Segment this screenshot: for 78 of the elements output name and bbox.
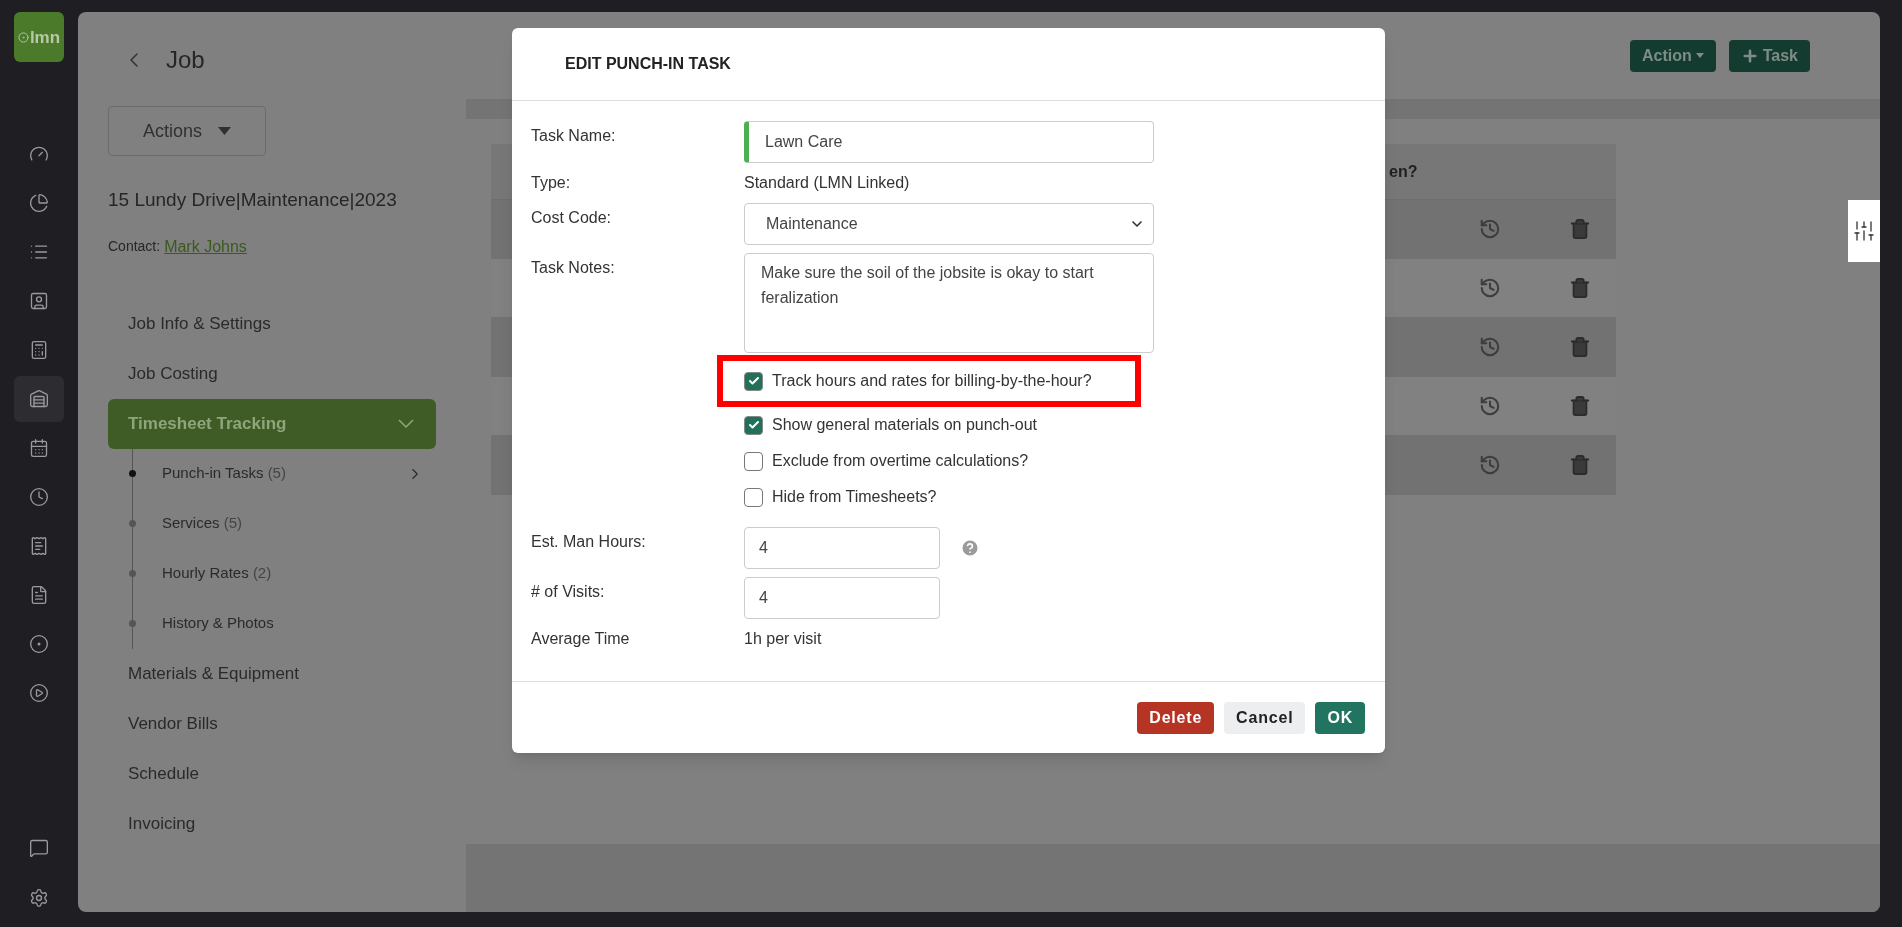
add-task-button[interactable]: Task [1728, 39, 1810, 72]
checkbox[interactable] [744, 451, 763, 471]
garage-button[interactable] [14, 376, 64, 422]
trash-icon[interactable] [1569, 277, 1591, 299]
nav-item[interactable]: Job Info & Settings [108, 298, 436, 349]
history-icon[interactable] [1479, 218, 1501, 240]
checkbox[interactable] [744, 487, 763, 507]
sub-nav-item[interactable]: History & Photos [162, 612, 436, 635]
checkbox[interactable] [744, 371, 763, 391]
contact-link[interactable]: Mark Johns [164, 234, 247, 259]
field-label: Est. Man Hours: [531, 532, 647, 552]
clock-icon [29, 487, 49, 507]
page-title: Job [166, 45, 205, 75]
field-label: Task Notes: [531, 258, 616, 278]
field-label: Task Name: [531, 126, 617, 146]
contact-label: Contact: [108, 237, 161, 256]
nav-item[interactable]: Vendor Bills [108, 698, 436, 749]
field-value: Standard (LMN Linked) [744, 173, 910, 193]
actions-button[interactable]: Actions [108, 106, 266, 156]
trash-icon[interactable] [1569, 218, 1591, 240]
checkbox-option[interactable]: Show general materials on punch-out [744, 413, 1038, 437]
calendar-icon [29, 438, 49, 458]
check-icon [747, 419, 760, 431]
dialog-title: EDIT PUNCH-IN TASK [565, 54, 731, 74]
help-chat-icon [29, 838, 49, 858]
column-header: en? [1389, 161, 1418, 182]
history-icon[interactable] [1479, 277, 1501, 299]
circle-logo-icon [29, 634, 49, 654]
field-label: Average Time [531, 629, 631, 649]
text-field[interactable]: 4 [744, 527, 940, 569]
job-name: 15 Lundy Drive|Maintenance|2023 [108, 188, 398, 212]
delete-button[interactable]: Delete [1137, 701, 1215, 734]
select-field[interactable]: Maintenance [744, 203, 1154, 245]
caret-icon [218, 127, 231, 135]
play-icon [29, 683, 49, 703]
nav-item[interactable]: Invoicing [108, 798, 436, 849]
sub-nav-item[interactable]: Services (5) [162, 512, 436, 535]
field-value: 1h per visit [744, 629, 822, 649]
sub-nav-item[interactable]: Punch-in Tasks (5) [162, 462, 436, 485]
checkbox[interactable] [744, 415, 763, 435]
text-field[interactable]: Lawn Care [744, 121, 1154, 163]
pie-chart-icon [29, 193, 49, 213]
logo[interactable]: lmn [14, 12, 64, 62]
report-icon [29, 585, 49, 605]
notes-field[interactable]: Make sure the soil of the jobsite is okay to start feralization [744, 253, 1154, 353]
history-icon[interactable] [1479, 454, 1501, 476]
trash-icon[interactable] [1569, 395, 1591, 417]
caret-icon [1695, 53, 1704, 58]
sliders-icon [1852, 219, 1876, 243]
checkbox-option[interactable]: Track hours and rates for billing-by-the-hour? [744, 369, 1092, 393]
nav-item[interactable]: Materials & Equipment [108, 648, 436, 699]
action-button[interactable]: Action [1629, 39, 1716, 72]
check-icon [747, 375, 760, 387]
field-label: # of Visits: [531, 582, 606, 602]
contact-card-icon [29, 291, 49, 311]
history-icon[interactable] [1479, 336, 1501, 358]
nav-item[interactable]: Timesheet Tracking [108, 398, 436, 449]
cancel-button[interactable]: Cancel [1224, 701, 1306, 734]
logo-mark-icon [17, 31, 29, 43]
history-icon[interactable] [1479, 395, 1501, 417]
checkbox-option[interactable]: Exclude from overtime calculations? [744, 449, 1029, 473]
settings-icon [29, 888, 49, 908]
logo-text: lmn [29, 28, 61, 46]
field-label: Cost Code: [531, 208, 613, 228]
checkbox-option[interactable]: Hide from Timesheets? [744, 485, 937, 509]
trash-icon[interactable] [1569, 454, 1591, 476]
nav-item[interactable]: Job Costing [108, 348, 436, 399]
help-icon[interactable] [960, 538, 980, 558]
calculator-icon [29, 340, 49, 360]
garage-icon [29, 389, 49, 409]
nav-item[interactable]: Schedule [108, 748, 436, 799]
ok-button[interactable]: OK [1315, 701, 1365, 734]
text-field[interactable]: 4 [744, 577, 940, 619]
trash-icon[interactable] [1569, 336, 1591, 358]
invoice-icon [29, 536, 49, 556]
sub-nav-item[interactable]: Hourly Rates (2) [162, 562, 436, 585]
field-label: Type: [531, 173, 572, 193]
column-settings-button[interactable] [1848, 200, 1880, 262]
